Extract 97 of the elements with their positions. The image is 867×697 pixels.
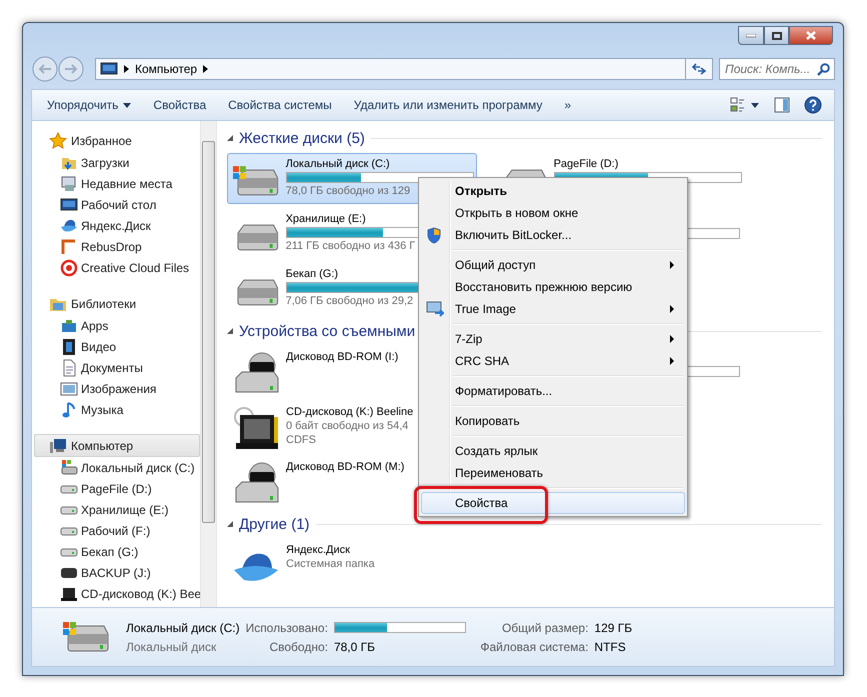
help-icon[interactable] bbox=[804, 96, 822, 114]
sidebar-item[interactable]: Бекап (G:) bbox=[34, 541, 200, 562]
film-icon bbox=[60, 338, 78, 356]
caret-icon bbox=[123, 102, 132, 108]
menu-item[interactable]: Переименовать bbox=[421, 462, 685, 484]
minimize-icon bbox=[746, 34, 756, 38]
sidebar-item[interactable]: Музыка bbox=[34, 399, 200, 420]
menu-item[interactable]: Открыть в новом окне bbox=[421, 202, 685, 224]
sidebar-item[interactable]: Изображения bbox=[34, 378, 200, 399]
menu-item[interactable]: True Image bbox=[421, 298, 685, 320]
sidebar-item[interactable]: Хранилище (E:) bbox=[34, 499, 200, 520]
maximize-button[interactable] bbox=[764, 26, 789, 45]
chevron-icon bbox=[124, 65, 129, 73]
filesystem-value: NTFS bbox=[594, 640, 627, 654]
drive-icon bbox=[60, 458, 78, 476]
free-value: 78,0 ГБ bbox=[334, 640, 376, 654]
close-button[interactable] bbox=[789, 26, 833, 45]
size-value: 129 ГБ bbox=[594, 620, 632, 634]
sidebar-item[interactable]: Рабочий (F:) bbox=[34, 520, 200, 541]
chevron-icon bbox=[203, 65, 208, 73]
drive-type: Локальный диск bbox=[126, 640, 218, 654]
free-space-text: 0 байт свободно из 54,4 bbox=[286, 420, 410, 432]
minimize-button[interactable] bbox=[738, 26, 764, 45]
breadcrumb[interactable]: Компьютер bbox=[135, 62, 198, 76]
sidebar-group[interactable]: Компьютер bbox=[34, 434, 200, 457]
size-label: Общий размер: bbox=[500, 620, 588, 634]
drive-icon bbox=[62, 620, 110, 654]
menu-item[interactable]: Копировать bbox=[421, 410, 685, 432]
search-icon bbox=[817, 63, 830, 76]
menu-item[interactable]: Включить BitLocker... bbox=[421, 224, 685, 246]
menu-item[interactable]: Общий доступ bbox=[421, 254, 685, 276]
close-icon bbox=[806, 31, 816, 40]
music-note-icon bbox=[60, 400, 78, 418]
search-field[interactable]: Поиск: Компь... bbox=[719, 58, 835, 80]
sidebar-item[interactable]: Рабочий стол bbox=[34, 194, 200, 215]
desktop-icon bbox=[60, 196, 78, 214]
free-space-text: 211 ГБ свободно из 436 Г bbox=[286, 240, 416, 252]
sidebar-item[interactable]: Видео bbox=[34, 336, 200, 357]
picture-icon bbox=[60, 380, 78, 398]
shield-icon bbox=[426, 227, 442, 244]
filesystem-label: Файловая система: bbox=[479, 640, 588, 654]
group-header[interactable]: Жесткие диски (5) bbox=[227, 127, 834, 149]
sidebar-group[interactable]: Избранное bbox=[34, 129, 200, 152]
menu-item[interactable]: Свойства bbox=[421, 492, 685, 514]
address-bar[interactable]: Компьютер bbox=[95, 58, 713, 80]
menu-item[interactable]: Форматировать... bbox=[421, 380, 685, 402]
sidebar-item[interactable]: RebusDrop bbox=[34, 236, 200, 257]
drive-tile[interactable]: Яндекс.Диск Системная папка bbox=[227, 539, 477, 590]
preview-pane-icon[interactable] bbox=[774, 97, 790, 113]
star-icon bbox=[49, 132, 67, 150]
submenu-arrow-icon bbox=[670, 357, 674, 365]
drive-name: Дисковод BD-ROM (I:) bbox=[286, 351, 398, 363]
menu-item[interactable]: 7-Zip bbox=[421, 328, 685, 350]
drive-name: Локальный диск (C:) bbox=[126, 620, 240, 634]
toolbar-button[interactable]: Свойства системы bbox=[219, 95, 341, 115]
places-icon bbox=[60, 174, 78, 192]
sidebar-item[interactable]: Apps bbox=[34, 315, 200, 336]
drive-name: PageFile (D:) bbox=[554, 158, 620, 170]
sidebar-item[interactable]: PageFile (D:) bbox=[34, 478, 200, 499]
drive-name: CD-дисковод (K:) Beeline bbox=[286, 406, 414, 418]
toolbar-button[interactable]: Упорядочить bbox=[38, 95, 140, 115]
submenu-arrow-icon bbox=[670, 261, 674, 269]
scrollbar[interactable] bbox=[200, 121, 216, 607]
item-type: Системная папка bbox=[286, 558, 375, 570]
maximize-icon bbox=[772, 32, 782, 40]
submenu-arrow-icon bbox=[670, 335, 674, 343]
corner-icon bbox=[60, 238, 78, 256]
sidebar-item[interactable]: Недавние места bbox=[34, 173, 200, 194]
submenu-arrow-icon bbox=[670, 305, 674, 313]
view-options-icon[interactable] bbox=[730, 97, 760, 113]
toolbar-button[interactable]: » bbox=[555, 95, 580, 115]
cloud-icon bbox=[60, 258, 78, 276]
free-label: Свободно: bbox=[268, 640, 328, 654]
drive-name: Локальный диск (C:) bbox=[286, 158, 391, 170]
drive-name: Дисковод BD-ROM (M:) bbox=[286, 461, 404, 473]
refresh-icon[interactable] bbox=[692, 63, 706, 75]
drive-name: Бекап (G:) bbox=[286, 268, 340, 280]
sidebar-item[interactable]: Документы bbox=[34, 357, 200, 378]
sidebar-item[interactable]: Яндекс.Диск bbox=[34, 215, 200, 236]
sidebar-item[interactable]: Локальный диск (C:) bbox=[34, 457, 200, 478]
monitor-arrow-icon bbox=[426, 301, 444, 317]
sidebar-item[interactable]: Creative Cloud Files bbox=[34, 257, 200, 278]
sidebar-group[interactable]: Библиотеки bbox=[34, 292, 200, 315]
computer-icon bbox=[49, 436, 67, 454]
used-label: Использовано: bbox=[246, 620, 328, 634]
drive-icon bbox=[232, 164, 280, 198]
toolbar-button[interactable]: Удалить или изменить программу bbox=[344, 95, 552, 115]
menu-item[interactable]: CRC SHA bbox=[421, 350, 685, 372]
sidebar-item[interactable]: BACKUP (J:) bbox=[34, 562, 200, 583]
menu-item[interactable]: Восстановить прежнюю версию bbox=[421, 276, 685, 298]
filesystem-text: CDFS bbox=[286, 434, 317, 446]
toolbar-button[interactable]: Свойства bbox=[144, 95, 216, 115]
free-space-text: 7,06 ГБ свободно из 29,2 bbox=[286, 295, 414, 307]
drive-name: Яндекс.Диск bbox=[286, 544, 351, 556]
cd-device-icon bbox=[232, 406, 280, 450]
sidebar-item[interactable]: Загрузки bbox=[34, 152, 200, 173]
menu-item[interactable]: Создать ярлык bbox=[421, 440, 685, 462]
